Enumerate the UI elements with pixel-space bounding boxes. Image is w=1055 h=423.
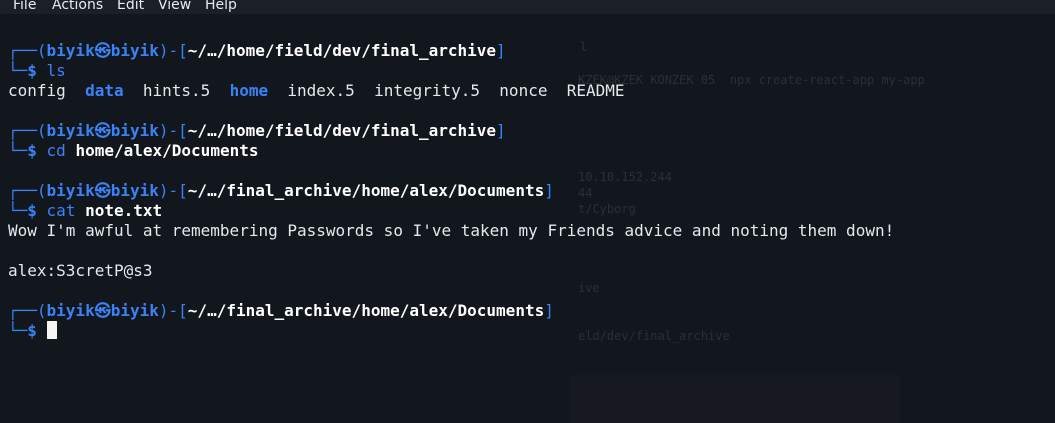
note-output-line: Wow I'm awful at remembering Passwords s… bbox=[8, 221, 895, 240]
command-argument: note.txt bbox=[85, 201, 163, 220]
prompt-path: ~/…/home/field/dev/final_archive bbox=[187, 121, 497, 140]
prompt-path: ~/…/final_archive/home/alex/Documents bbox=[187, 301, 545, 320]
command: cat bbox=[46, 201, 76, 220]
command-line: └─$ cat note.txt bbox=[8, 201, 163, 220]
prompt-line: ┌──(biyik㉿biyik)-[~/…/home/field/dev/fin… bbox=[8, 121, 506, 140]
prompt-path: ~/…/home/field/dev/final_archive bbox=[187, 41, 497, 60]
prompt-path: ~/…/final_archive/home/alex/Documents bbox=[187, 181, 545, 200]
command-argument: home/alex/Documents bbox=[75, 141, 259, 160]
command: ls bbox=[46, 61, 66, 80]
command-line: └─$ cd home/alex/Documents bbox=[8, 141, 259, 160]
command-line: └─$ ls bbox=[8, 61, 66, 80]
terminal[interactable]: ┌──(biyik㉿biyik)-[~/…/home/field/dev/fin… bbox=[0, 0, 1055, 423]
prompt-line: ┌──(biyik㉿biyik)-[~/…/final_archive/home… bbox=[8, 181, 554, 200]
credential-output-line: alex:S3cretP@s3 bbox=[8, 261, 153, 280]
active-command-line[interactable]: └─$ bbox=[8, 321, 57, 341]
prompt-line: ┌──(biyik㉿biyik)-[~/…/home/field/dev/fin… bbox=[8, 41, 506, 60]
command: cd bbox=[46, 141, 66, 160]
prompt-line: ┌──(biyik㉿biyik)-[~/…/final_archive/home… bbox=[8, 301, 554, 320]
ls-output: config data hints.5 home index.5 integri… bbox=[8, 81, 625, 100]
text-cursor bbox=[46, 321, 57, 339]
